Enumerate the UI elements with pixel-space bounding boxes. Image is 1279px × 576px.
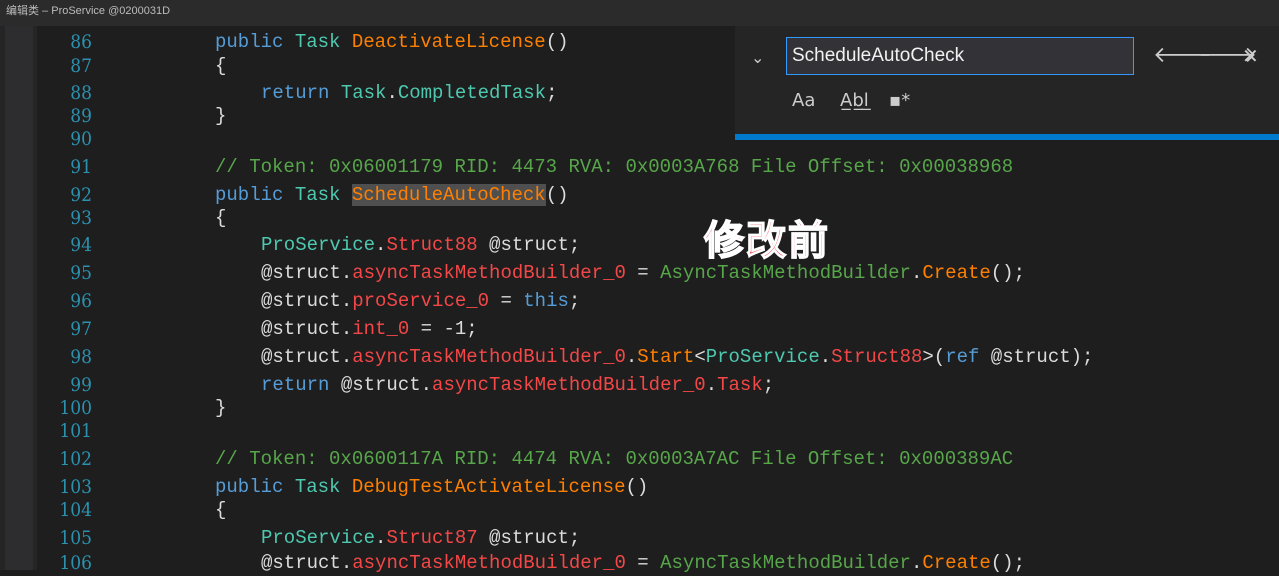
code-line: 96 @struct.proService_0 = this; <box>37 288 1279 314</box>
line-number: 91 <box>70 156 92 178</box>
search-match-highlight[interactable]: ScheduleAutoCheck <box>351 184 546 206</box>
whole-word-icon[interactable]: A̲b̲l̲ <box>840 90 869 111</box>
code-line: 102 // Token: 0x0600117A RID: 4474 RVA: … <box>37 446 1279 472</box>
line-number: 102 <box>59 448 92 470</box>
close-icon[interactable]: ✕ <box>1242 44 1259 68</box>
chevron-down-icon[interactable]: ⌄ <box>751 48 764 67</box>
code-comment: // Token: 0x0600117A RID: 4474 RVA: 0x00… <box>215 448 1014 470</box>
line-number: 101 <box>59 420 92 442</box>
line-number: 96 <box>70 290 92 312</box>
code-line: 104 { <box>37 497 1279 523</box>
regex-icon[interactable]: ▪* <box>889 90 910 111</box>
method-name[interactable]: DebugTestActivateLicense <box>352 476 626 498</box>
line-number: 106 <box>59 552 92 574</box>
line-number: 104 <box>59 499 92 521</box>
line-number: 105 <box>59 527 92 549</box>
line-number: 87 <box>70 55 92 77</box>
code-line: 97 @struct.int_0 = -1; <box>37 316 1279 342</box>
method-name[interactable]: DeactivateLicense <box>352 31 546 53</box>
line-number: 98 <box>70 346 92 368</box>
annotation-label: 修改前 <box>703 217 830 265</box>
code-comment: // Token: 0x06001179 RID: 4473 RVA: 0x00… <box>215 156 1014 178</box>
code-line: 101 <box>37 418 1279 444</box>
code-line: 98 @struct.asyncTaskMethodBuilder_0.Star… <box>37 344 1279 370</box>
line-number: 86 <box>70 31 92 53</box>
code-line: 93 { <box>37 205 1279 231</box>
window-title: 编辑类 – ProService @0200031D <box>0 0 1279 26</box>
code-line: 106 @struct.asyncTaskMethodBuilder_0 = A… <box>37 550 1279 576</box>
code-line: 95 @struct.asyncTaskMethodBuilder_0 = As… <box>37 260 1279 286</box>
search-input[interactable] <box>786 37 1134 75</box>
line-number: 90 <box>70 128 92 150</box>
code-line: 105 ProService.Struct87 @struct; <box>37 525 1279 551</box>
code-line: 94 ProService.Struct88 @struct; <box>37 232 1279 258</box>
line-number: 97 <box>70 318 92 340</box>
code-line: 91 // Token: 0x06001179 RID: 4473 RVA: 0… <box>37 154 1279 180</box>
match-case-icon[interactable]: Aa <box>792 90 815 111</box>
indicator-margin <box>5 26 33 570</box>
line-number: 95 <box>70 262 92 284</box>
line-number: 93 <box>70 207 92 229</box>
find-panel: ⌄ 🡐 🡒 ✕ Aa A̲b̲l̲ ▪* <box>735 26 1279 140</box>
line-number: 94 <box>70 234 92 256</box>
